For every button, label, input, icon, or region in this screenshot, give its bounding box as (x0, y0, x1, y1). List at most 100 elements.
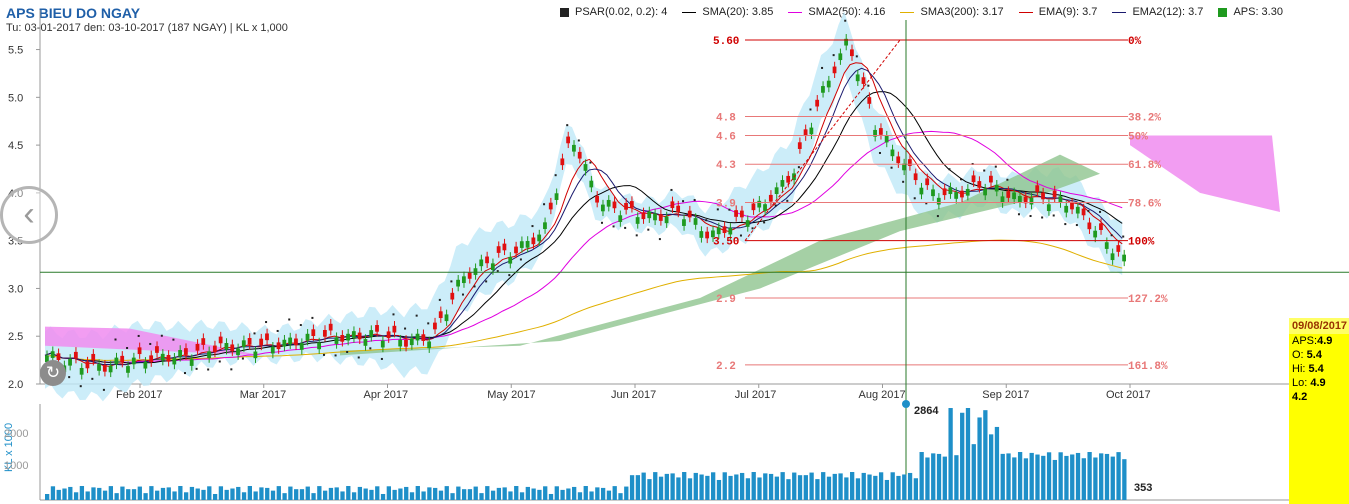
candle (687, 210, 692, 218)
candle (948, 187, 953, 195)
candle (334, 337, 339, 344)
psar-dot (68, 376, 71, 379)
volume-bar (392, 489, 397, 500)
volume-bar (826, 476, 832, 500)
candle (994, 184, 999, 192)
volume-bar (386, 486, 391, 500)
candle (114, 357, 119, 365)
x-tick-label: Aug 2017 (859, 389, 906, 401)
volume-bar (687, 478, 693, 500)
volume-bar (525, 486, 530, 500)
psar-dot (288, 318, 291, 321)
stock-chart[interactable]: 2.02.53.03.54.04.55.05.5Feb 2017 Mar 2017… (0, 0, 1349, 504)
candle (861, 77, 866, 84)
volume-bar (207, 486, 212, 500)
fib-price-label: 4.3 (716, 160, 736, 172)
volume-bar (1023, 458, 1029, 500)
psar-dot (299, 324, 302, 327)
volume-bar (253, 491, 258, 500)
candle (757, 200, 762, 208)
tooltip-value: 4.9 (1317, 335, 1333, 347)
psar-dot (473, 285, 476, 288)
volume-bar (693, 472, 698, 500)
reload-button[interactable]: ↻ (40, 360, 66, 386)
psar-dot (1029, 215, 1032, 218)
candle (149, 355, 154, 363)
volume-bar (85, 491, 90, 500)
tooltip-label: O: (1292, 349, 1307, 361)
y-tick-label: 2.0 (8, 379, 23, 391)
candle (1093, 230, 1098, 238)
candle (467, 272, 472, 279)
candle (1052, 190, 1057, 198)
candle (108, 365, 113, 373)
volume-peak-marker (902, 400, 910, 408)
candle (838, 53, 843, 61)
candle (91, 353, 96, 361)
volume-bar (1070, 454, 1075, 500)
candle (965, 188, 970, 196)
psar-dot (1099, 210, 1102, 213)
previous-arrow-button[interactable]: ‹ (0, 186, 58, 244)
psar-dot (786, 199, 789, 202)
volume-bar (809, 472, 814, 500)
volume-bar (375, 486, 380, 500)
candle (942, 188, 947, 196)
candle (821, 86, 825, 93)
candle (514, 246, 518, 254)
fib-ratio-label: 50% (1128, 132, 1148, 144)
volume-bar (780, 472, 785, 500)
candle (1122, 254, 1126, 262)
candle (178, 350, 182, 357)
volume-bar (566, 488, 571, 500)
volume-bar (456, 486, 461, 500)
volume-bar (676, 477, 681, 500)
volume-bar (647, 479, 652, 500)
candle (97, 364, 101, 371)
volume-bar (595, 487, 600, 500)
candle (989, 175, 993, 183)
volume-bar (380, 493, 386, 500)
volume-bar (415, 486, 420, 500)
candle (618, 215, 623, 222)
psar-dot (705, 219, 708, 222)
psar-dot (566, 124, 569, 127)
candle (925, 178, 930, 186)
volume-bar (496, 487, 502, 500)
volume-bar (942, 456, 947, 500)
candle (195, 343, 200, 351)
volume-bar (699, 474, 704, 500)
candle (1006, 191, 1011, 198)
volume-bar (1052, 459, 1058, 500)
volume-bar (305, 486, 310, 500)
volume-bar (467, 489, 473, 500)
volume-bar (960, 412, 965, 500)
candle (519, 241, 524, 248)
candle (392, 325, 397, 333)
psar-dot (1006, 178, 1009, 181)
psar-dot (1041, 216, 1044, 219)
volume-bar (867, 474, 872, 500)
psar-dot (867, 84, 870, 87)
psar-dot (1064, 223, 1067, 226)
candle (954, 192, 959, 199)
psar-dot (983, 169, 986, 172)
candle (473, 268, 478, 275)
candle (682, 219, 686, 226)
candle (363, 339, 368, 346)
candle (797, 142, 802, 149)
candle (68, 358, 72, 366)
volume-bar (931, 453, 936, 500)
candle (496, 246, 501, 253)
candle (50, 351, 55, 358)
volume-bar (369, 489, 374, 500)
candle (693, 218, 698, 225)
volume-bar (792, 472, 797, 500)
candle (543, 222, 547, 230)
candle (664, 216, 669, 224)
x-tick-label: Apr 2017 (364, 389, 409, 401)
volume-bar (583, 486, 588, 500)
volume-bar (531, 488, 536, 500)
tooltip-row: O: 5.4 (1289, 348, 1349, 362)
volume-bar (91, 487, 96, 500)
